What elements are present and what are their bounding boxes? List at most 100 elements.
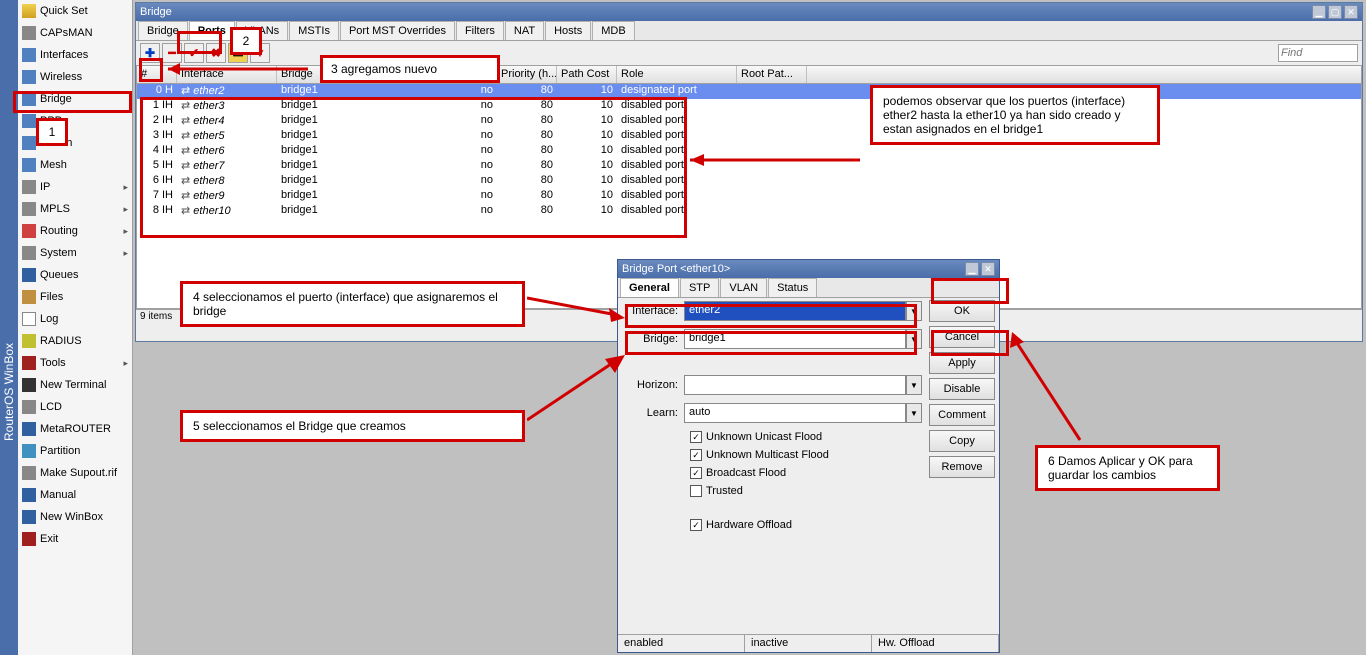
dropdown-arrow-icon[interactable]: ▼ [906,329,922,349]
cell: ⇄ ether2 [177,84,277,99]
sidebar-item-wireless[interactable]: Wireless [18,66,132,88]
table-row[interactable]: 2 IH⇄ ether4bridge1no8010disabled port [137,114,1361,129]
tab-ports[interactable]: Ports [189,21,235,40]
horizon-field[interactable] [684,375,906,395]
table-row[interactable]: 6 IH⇄ ether8bridge1no8010disabled port [137,174,1361,189]
filter-button[interactable]: ▼ [250,43,270,63]
checkbox[interactable]: ✓ [690,519,702,531]
dlg-tab-general[interactable]: General [620,278,679,297]
disable-button[interactable]: Disable [929,378,995,400]
sidebar-item-manual[interactable]: Manual [18,484,132,506]
table-row[interactable]: 5 IH⇄ ether7bridge1no8010disabled port [137,159,1361,174]
sidebar-item-new-terminal[interactable]: New Terminal [18,374,132,396]
tab-vlans[interactable]: VLANs [236,21,288,40]
table-row[interactable]: 8 IH⇄ ether10bridge1no8010disabled port [137,204,1361,219]
sidebar-label: CAPsMAN [40,27,93,39]
table-row[interactable]: 1 IH⇄ ether3bridge1no8010disabled port [137,99,1361,114]
enable-button[interactable]: ✔ [184,43,204,63]
apply-button[interactable]: Apply [929,352,995,374]
sidebar-item-mpls[interactable]: MPLS [18,198,132,220]
col-header[interactable]: Horizon [377,66,437,83]
cell: bridge1 [277,159,377,174]
cell: 1 IH [137,99,177,114]
col-header[interactable]: Bridge [277,66,377,83]
close-icon[interactable]: ✕ [1344,5,1358,19]
maximize-icon[interactable]: ▢ [1328,5,1342,19]
sidebar-item-ppp[interactable]: PPP [18,110,132,132]
sidebar-item-tools[interactable]: Tools [18,352,132,374]
disable-button[interactable]: ✖ [206,43,226,63]
tab-bridge[interactable]: Bridge [138,21,188,40]
checkbox[interactable]: ✓ [690,449,702,461]
comment-button[interactable]: Comment [929,404,995,426]
cell: no [437,99,497,114]
cell: ⇄ ether5 [177,129,277,144]
sidebar-item-system[interactable]: System [18,242,132,264]
learn-field[interactable]: auto [684,403,906,423]
col-header[interactable]: Interface [177,66,277,83]
sidebar-item-switch[interactable]: Switch [18,132,132,154]
bridge-field[interactable]: bridge1 [684,329,906,349]
add-button[interactable]: ✚ [140,43,160,63]
tab-mdb[interactable]: MDB [592,21,634,40]
sidebar-item-capsman[interactable]: CAPsMAN [18,22,132,44]
table-row[interactable]: 3 IH⇄ ether5bridge1no8010disabled port [137,129,1361,144]
sidebar-item-routing[interactable]: Routing [18,220,132,242]
cell: 10 [557,174,617,189]
sidebar-item-mesh[interactable]: Mesh [18,154,132,176]
sidebar-item-lcd[interactable]: LCD [18,396,132,418]
sidebar-item-log[interactable]: Log [18,308,132,330]
ok-button[interactable]: OK [929,300,995,322]
close-icon[interactable]: ✕ [981,262,995,276]
sidebar-item-bridge[interactable]: Bridge [18,88,132,110]
sidebar-item-radius[interactable]: RADIUS [18,330,132,352]
dropdown-arrow-icon[interactable]: ▼ [906,375,922,395]
col-header[interactable]: # [137,66,177,83]
table-row[interactable]: 4 IH⇄ ether6bridge1no8010disabled port [137,144,1361,159]
interface-field[interactable]: ether2 [684,301,906,321]
sidebar-item-queues[interactable]: Queues [18,264,132,286]
sidebar-item-interfaces[interactable]: Interfaces [18,44,132,66]
sidebar-item-files[interactable]: Files [18,286,132,308]
minimize-icon[interactable]: ▁ [965,262,979,276]
sidebar-label: Log [40,313,58,325]
cell [377,159,437,174]
sidebar-item-partition[interactable]: Partition [18,440,132,462]
tab-hosts[interactable]: Hosts [545,21,591,40]
col-header[interactable]: Trusted [437,66,497,83]
grid-body[interactable]: 0 H⇄ ether2bridge1no8010designated port1… [137,84,1361,219]
sidebar-item-exit[interactable]: Exit [18,528,132,550]
col-header[interactable]: Role [617,66,737,83]
checkbox[interactable]: ✓ [690,467,702,479]
copy-button[interactable]: Copy [929,430,995,452]
tab-port-mst-overrides[interactable]: Port MST Overrides [340,21,455,40]
cancel-button[interactable]: Cancel [929,326,995,348]
tab-nat[interactable]: NAT [505,21,544,40]
dropdown-arrow-icon[interactable]: ▼ [906,403,922,423]
sidebar-item-new-winbox[interactable]: New WinBox [18,506,132,528]
sidebar-item-metarouter[interactable]: MetaROUTER [18,418,132,440]
dlg-tab-status[interactable]: Status [768,278,817,297]
col-header[interactable]: Root Pat... [737,66,807,83]
checkbox[interactable]: ✓ [690,431,702,443]
learn-label: Learn: [624,407,684,419]
checkbox[interactable] [690,485,702,497]
dropdown-arrow-icon[interactable]: ▼ [906,301,922,321]
minimize-icon[interactable]: ▁ [1312,5,1326,19]
remove-button[interactable]: Remove [929,456,995,478]
table-row[interactable]: 0 H⇄ ether2bridge1no8010designated port [137,84,1361,99]
find-input[interactable] [1278,44,1358,62]
comment-button[interactable]: ▭ [228,43,248,63]
tab-mstis[interactable]: MSTIs [289,21,339,40]
cell [377,99,437,114]
dlg-tab-stp[interactable]: STP [680,278,719,297]
remove-button[interactable]: ━ [162,43,182,63]
table-row[interactable]: 7 IH⇄ ether9bridge1no8010disabled port [137,189,1361,204]
dlg-tab-vlan[interactable]: VLAN [720,278,767,297]
col-header[interactable]: Priority (h... [497,66,557,83]
sidebar-item-make-supout.rif[interactable]: Make Supout.rif [18,462,132,484]
col-header[interactable]: Path Cost [557,66,617,83]
sidebar-item-ip[interactable]: IP [18,176,132,198]
tab-filters[interactable]: Filters [456,21,504,40]
sidebar-item-quick-set[interactable]: Quick Set [18,0,132,22]
